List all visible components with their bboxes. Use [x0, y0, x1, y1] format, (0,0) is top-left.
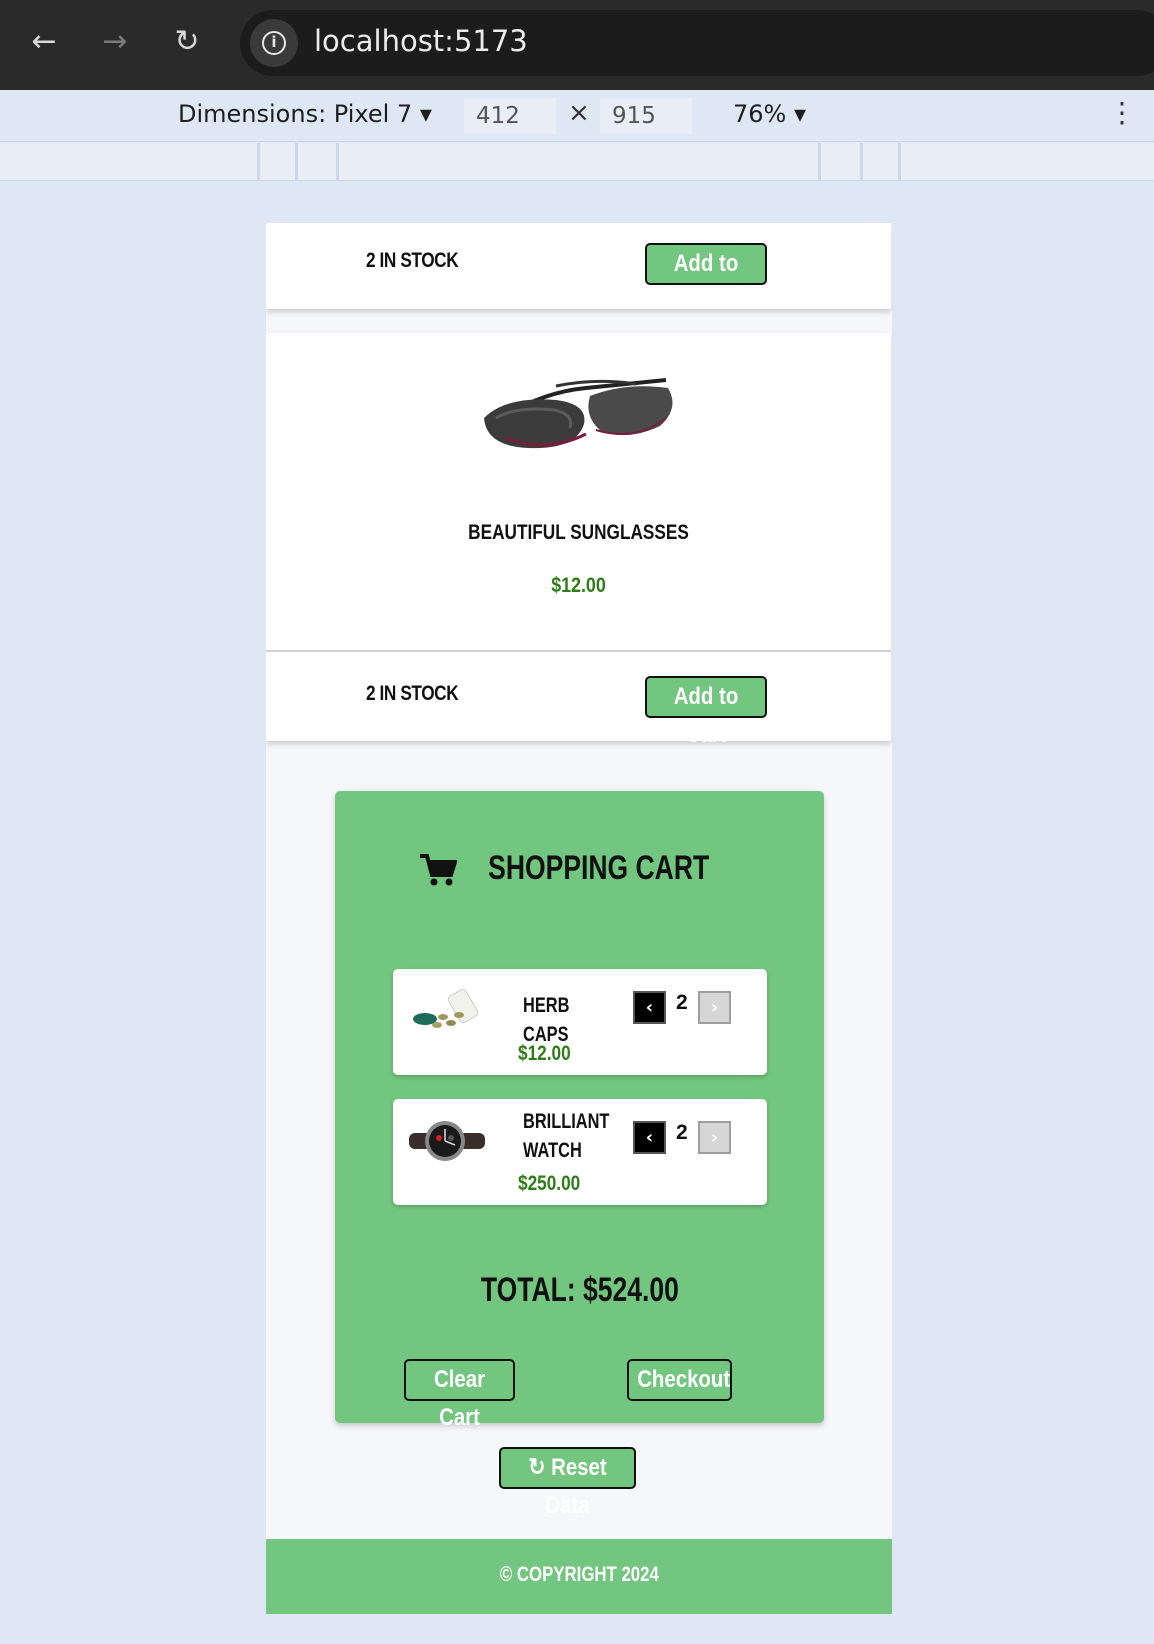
checkout-button[interactable]: Checkout: [627, 1359, 732, 1401]
address-bar[interactable]: i localhost:5173: [240, 10, 1154, 76]
cart-item-price: $12.00: [518, 1042, 571, 1065]
height-input[interactable]: 915: [600, 98, 692, 134]
device-select[interactable]: Dimensions: Pixel 7 ▾: [178, 100, 432, 128]
copyright-text: © COPYRIGHT 2024: [499, 1563, 659, 1586]
cart-item-quantity: 2: [676, 991, 688, 1014]
card-divider: [266, 650, 891, 652]
cart-item-price: $250.00: [518, 1172, 581, 1195]
shopping-cart: SHOPPING CART HERB CAPS ‹ 2 › $12.00 BRI…: [335, 791, 824, 1431]
back-arrow-icon[interactable]: ←: [24, 22, 64, 62]
increase-quantity-button[interactable]: ›: [698, 991, 731, 1024]
page-viewport: 2 IN STOCK Add to Cart BEAUTIFUL SUNGLAS…: [266, 223, 892, 1614]
add-to-cart-button[interactable]: Add to Cart: [645, 676, 767, 748]
stock-label: 2 IN STOCK: [366, 249, 459, 272]
reset-data-button[interactable]: ↻ Reset Data: [499, 1447, 636, 1519]
sunglasses-image: [484, 378, 673, 449]
product-card: 2 IN STOCK Add to Cart: [266, 223, 891, 315]
reload-icon[interactable]: ↻: [167, 22, 207, 62]
product-title: BEAUTIFUL SUNGLASSES: [468, 521, 689, 544]
cart-item-name: BRILLIANT WATCH: [523, 1110, 610, 1162]
device-toolbar: Dimensions: Pixel 7 ▾ 412 × 915 76% ▾ ⋮: [0, 90, 1154, 142]
times-icon: ×: [568, 98, 590, 128]
stock-label: 2 IN STOCK: [366, 682, 459, 705]
width-input[interactable]: 412: [464, 98, 556, 134]
product-card: BEAUTIFUL SUNGLASSES $12.00 2 IN STOCK A…: [266, 333, 891, 748]
decrease-quantity-button[interactable]: ‹: [633, 991, 666, 1024]
cart-item: HERB CAPS ‹ 2 › $12.00: [393, 969, 767, 1075]
forward-arrow-icon[interactable]: →: [95, 22, 135, 62]
site-info-icon[interactable]: i: [250, 19, 298, 67]
cart-title: SHOPPING CART: [335, 849, 824, 888]
product-price: $12.00: [551, 574, 606, 597]
browser-toolbar: ← → ↻ i localhost:5173: [0, 0, 1154, 90]
zoom-select[interactable]: 76% ▾: [733, 100, 806, 128]
increase-quantity-button[interactable]: ›: [698, 1121, 731, 1154]
cart-total: TOTAL: $524.00: [480, 1271, 679, 1309]
watch-image: [409, 1121, 485, 1161]
cart-item-quantity: 2: [676, 1121, 688, 1144]
decrease-quantity-button[interactable]: ‹: [633, 1121, 666, 1154]
clear-cart-button[interactable]: Clear Cart: [404, 1359, 515, 1431]
cart-item: BRILLIANT WATCH ‹ 2 › $250.00: [393, 1099, 767, 1205]
url-text: localhost:5173: [314, 24, 528, 58]
more-options-icon[interactable]: ⋮: [1108, 96, 1136, 129]
media-query-ruler: [0, 143, 1154, 181]
cart-item-name: HERB CAPS: [523, 994, 570, 1046]
add-to-cart-button[interactable]: Add to Cart: [645, 243, 767, 315]
herb-caps-image: [413, 988, 479, 1028]
shopping-cart-icon: [420, 854, 458, 886]
footer: © COPYRIGHT 2024: [266, 1539, 892, 1614]
